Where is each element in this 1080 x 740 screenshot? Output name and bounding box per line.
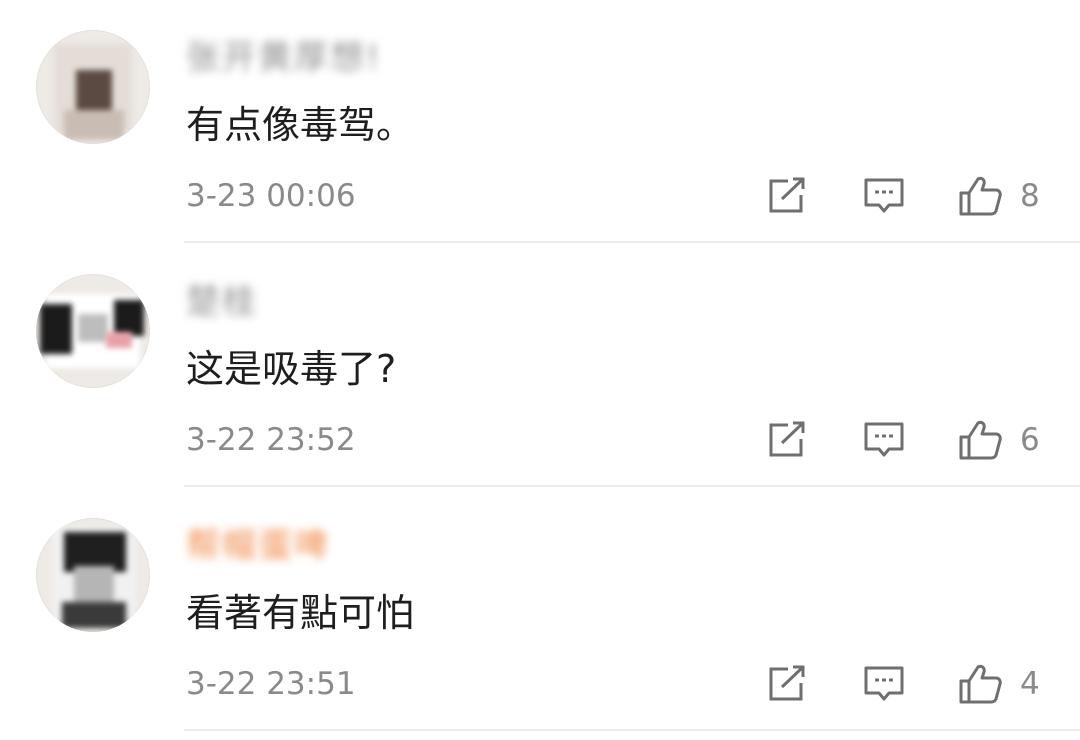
thumbs-up-icon[interactable]	[958, 174, 1002, 218]
comment-item: 楚桂 这是吸毒了? 3-22 23:52 6	[0, 244, 1080, 487]
like-count: 4	[1020, 666, 1040, 702]
reply-icon[interactable]	[862, 662, 906, 706]
repost-icon[interactable]	[764, 418, 808, 462]
avatar[interactable]	[36, 518, 150, 632]
reply-icon[interactable]	[862, 418, 906, 462]
comment-text: 有点像毒驾。	[186, 103, 415, 147]
divider	[184, 729, 1080, 731]
like-count: 6	[1020, 422, 1040, 458]
divider	[184, 241, 1080, 243]
reply-icon[interactable]	[862, 174, 906, 218]
comment-text: 看著有點可怕	[186, 591, 415, 635]
thumbs-up-icon[interactable]	[958, 418, 1002, 462]
timestamp: 3-22 23:52	[186, 422, 356, 458]
comment-item: 帮帽蛋啤 看著有點可怕 3-22 23:51 4	[0, 488, 1080, 731]
username[interactable]: 张开黄厚想!	[186, 38, 382, 78]
like-count: 8	[1020, 178, 1040, 214]
avatar[interactable]	[36, 274, 150, 388]
divider	[184, 485, 1080, 487]
repost-icon[interactable]	[764, 174, 808, 218]
thumbs-up-icon[interactable]	[958, 662, 1002, 706]
avatar[interactable]	[36, 30, 150, 144]
comment-item: 张开黄厚想! 有点像毒驾。 3-23 00:06 8	[0, 0, 1080, 243]
comment-text: 这是吸毒了?	[186, 347, 397, 391]
repost-icon[interactable]	[764, 662, 808, 706]
timestamp: 3-23 00:06	[186, 178, 356, 214]
username[interactable]: 楚桂	[186, 282, 258, 322]
username[interactable]: 帮帽蛋啤	[186, 526, 330, 566]
timestamp: 3-22 23:51	[186, 666, 356, 702]
